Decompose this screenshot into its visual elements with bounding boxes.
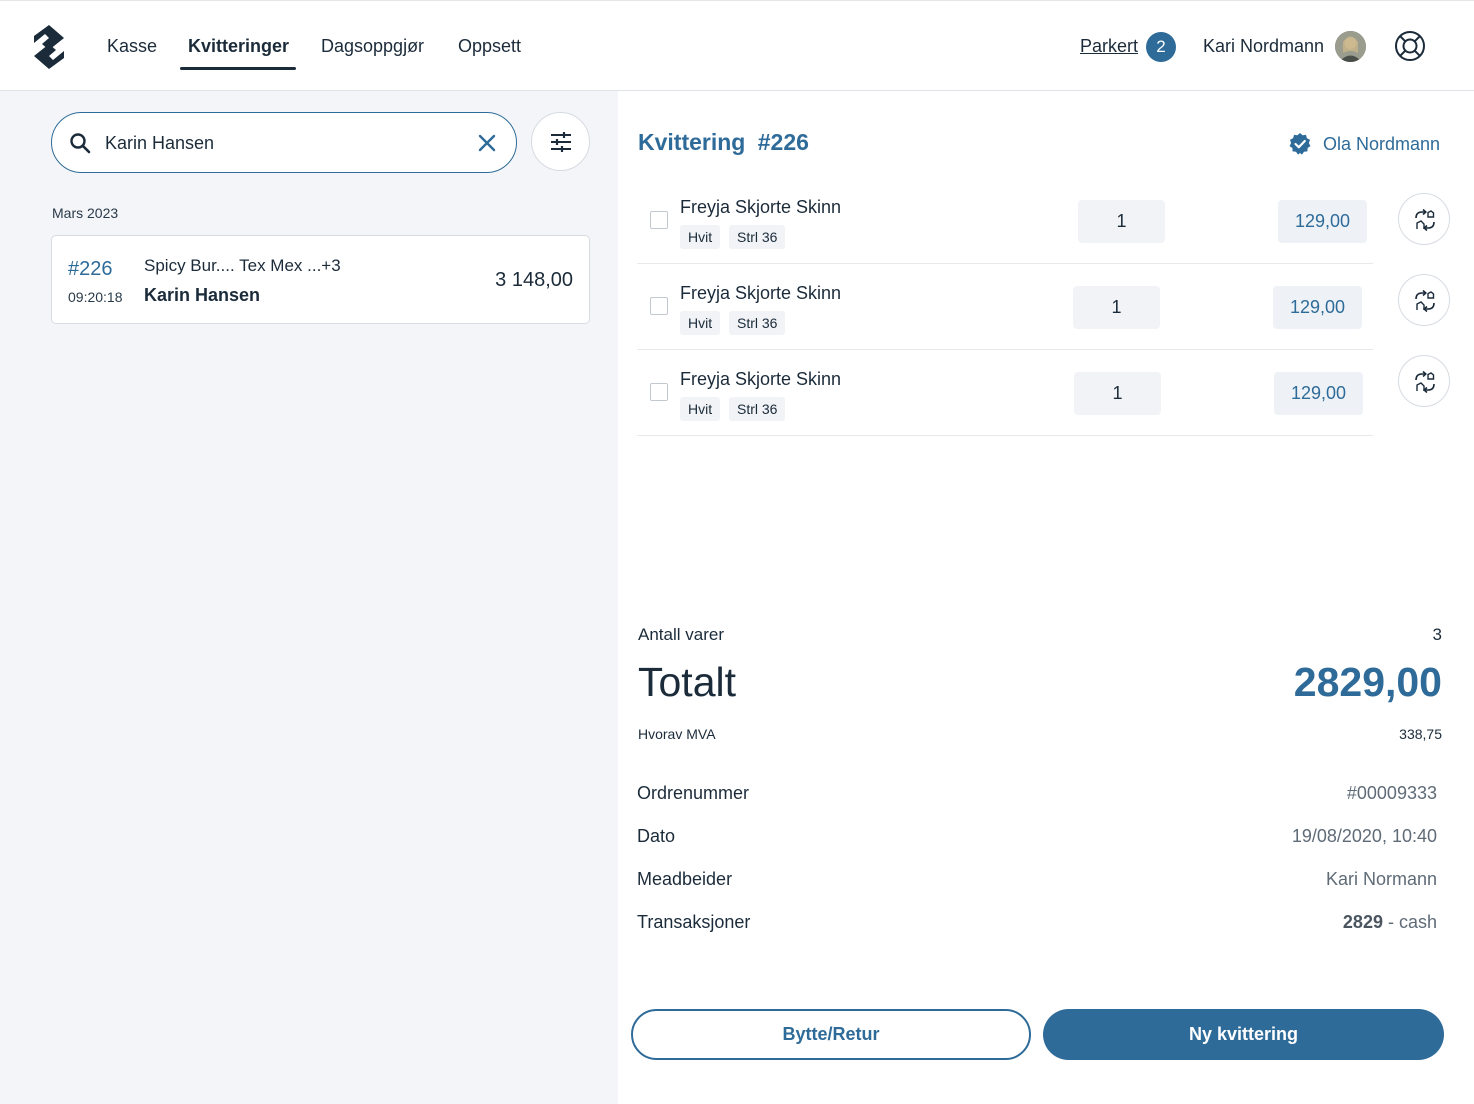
exchange-line-button[interactable] [1398,355,1450,407]
variant-tag: Strl 36 [729,311,786,335]
line-checkbox[interactable] [650,383,668,401]
order-number-value: #00009333 [1346,783,1437,803]
receipt-number: #226 [68,258,113,280]
receipt-detail-pane: Kvittering #226 Ola Nordmann Freyja Skjo… [618,91,1474,1104]
receipt-amount: 3 148,00 [495,269,573,291]
close-icon[interactable] [476,132,498,154]
search-icon [70,133,91,154]
user-name[interactable]: Kari Nordmann [1203,36,1324,57]
nav-tab-oppsett[interactable]: Oppsett [458,36,521,57]
exchange-line-button[interactable] [1398,274,1450,326]
receipt-items-summary: Spicy Bur.... Tex Mex ...+3 [144,256,341,275]
variant-tag: Strl 36 [729,397,786,421]
seller-name: Ola Nordmann [1323,134,1441,154]
variant-tag: Hvit [680,311,721,335]
active-tab-indicator [180,67,296,70]
receipt-time: 09:20:18 [68,289,123,305]
price-field[interactable]: 129,00 [1278,200,1367,243]
total-label: Totalt [638,659,736,705]
search-box[interactable] [51,112,517,173]
quantity-field[interactable]: 1 [1073,286,1160,329]
quantity-field[interactable]: 1 [1078,200,1165,243]
nav-tab-dagsoppgjor[interactable]: Dagsoppgjør [321,36,424,57]
month-group-heading: Mars 2023 [52,205,119,221]
receipt-customer: Karin Hansen [144,285,261,305]
vat-value: 338,75 [1399,726,1442,742]
item-count-value: 3 [1432,625,1442,644]
quantity-field[interactable]: 1 [1074,372,1161,415]
product-name: Freyja Skjorte Skinn [680,197,842,217]
exchange-icon [1415,370,1435,394]
product-name: Freyja Skjorte Skinn [680,369,842,389]
top-bar: Kasse Kvitteringer Dagsoppgjør Oppsett P… [0,0,1474,91]
price-field[interactable]: 129,00 [1273,286,1362,329]
receipt-line: Freyja Skjorte Skinn Hvit Strl 36 1 129,… [637,350,1373,436]
parked-count-badge[interactable]: 2 [1146,32,1176,62]
avatar[interactable] [1335,31,1366,62]
nav-tab-kasse[interactable]: Kasse [107,36,157,57]
exchange-icon [1415,208,1435,232]
transaction-amount: 2829 [1342,912,1383,932]
vat-label: Hvorav MVA [638,726,716,742]
receipt-title: Kvittering #226 [638,129,809,156]
transaction-method: - cash [1382,912,1437,932]
verified-badge-icon [1289,133,1311,155]
help-lifebuoy-icon[interactable] [1393,29,1427,63]
receipt-line: Freyja Skjorte Skinn Hvit Strl 36 1 129,… [637,178,1373,264]
filter-button[interactable] [531,112,590,171]
new-receipt-button[interactable]: Ny kvittering [1043,1009,1444,1060]
date-label: Dato [637,826,676,846]
receipt-list-item[interactable]: #226 09:20:18 Spicy Bur.... Tex Mex ...+… [51,235,590,324]
price-field[interactable]: 129,00 [1274,372,1363,415]
product-name: Freyja Skjorte Skinn [680,283,842,303]
parked-link[interactable]: Parkert [1080,36,1138,57]
search-input[interactable] [105,129,465,157]
receipt-title-number: #226 [757,129,809,155]
receipt-line: Freyja Skjorte Skinn Hvit Strl 36 1 129,… [637,264,1373,350]
brand-logo-icon[interactable] [30,23,68,71]
exchange-return-button[interactable]: Bytte/Retur [631,1009,1031,1060]
employee-label: Meadbeider [637,869,733,889]
variant-tag: Strl 36 [729,225,786,249]
exchange-icon [1415,289,1435,313]
nav-tab-kvitteringer[interactable]: Kvitteringer [188,36,289,57]
transactions-value: 2829 - cash [1343,912,1437,933]
date-value: 19/08/2020, 10:40 [1291,826,1437,846]
employee-value: Kari Normann [1325,869,1437,889]
receipt-title-label: Kvittering [638,129,746,155]
avatar-image [1335,31,1366,62]
variant-tag: Hvit [680,225,721,249]
order-number-label: Ordrenummer [637,783,750,803]
total-value: 2829,00 [1293,659,1442,705]
variant-tag: Hvit [680,397,721,421]
transactions-label: Transaksjoner [637,912,751,932]
exchange-line-button[interactable] [1398,193,1450,245]
receipt-list-pane: Mars 2023 #226 09:20:18 Spicy Bur.... Te… [0,91,618,1104]
filter-sliders-icon [551,132,571,152]
line-checkbox[interactable] [650,211,668,229]
item-count-label: Antall varer [638,625,724,644]
line-checkbox[interactable] [650,297,668,315]
